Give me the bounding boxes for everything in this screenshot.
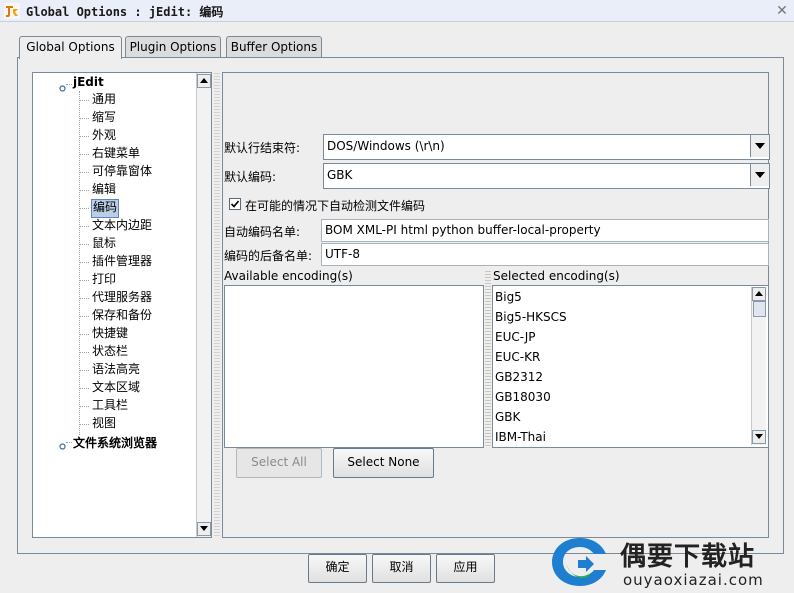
tree-connector: [80, 388, 89, 389]
apply-button[interactable]: 应用: [436, 554, 495, 583]
watermark-logo-icon: [548, 534, 612, 590]
tree-item[interactable]: 可停靠窗体: [91, 163, 153, 180]
tree-connector: [80, 334, 89, 335]
tree-connector: [80, 244, 89, 245]
list-item[interactable]: GBK: [495, 407, 520, 427]
list-item[interactable]: GB18030: [495, 387, 551, 407]
tree-expand-handle-icon[interactable]: [59, 439, 66, 450]
tree-connector: [80, 298, 89, 299]
ok-button[interactable]: 确定: [308, 554, 367, 583]
auto-encoding-names-field[interactable]: BOM XML-PI html python buffer-local-prop…: [321, 219, 769, 242]
tree-connector: [80, 280, 89, 281]
window-close-button[interactable]: ✕: [772, 1, 792, 21]
tree-connector: [80, 172, 89, 173]
tree-item[interactable]: 鼠标: [91, 235, 117, 252]
scroll-up-arrow-icon[interactable]: [197, 74, 211, 88]
list-item[interactable]: EUC-JP: [495, 327, 536, 347]
available-encodings-list[interactable]: [224, 285, 484, 448]
scroll-down-arrow-icon[interactable]: [752, 430, 766, 444]
tree-item[interactable]: 快捷键: [91, 325, 129, 342]
auto-encoding-names-label: 自动编码名单:: [224, 225, 301, 239]
tree-item[interactable]: 缩写: [91, 109, 117, 126]
tree-item[interactable]: 状态栏: [91, 343, 129, 360]
tree-item[interactable]: 工具栏: [91, 397, 129, 414]
tree-connector: [80, 190, 89, 191]
tree-item[interactable]: 插件管理器: [91, 253, 153, 270]
scroll-up-arrow-icon[interactable]: [752, 287, 766, 301]
tree-item[interactable]: 通用: [91, 91, 117, 108]
list-item[interactable]: Big5-HKSCS: [495, 307, 567, 327]
scroll-down-arrow-icon[interactable]: [197, 522, 211, 536]
tree-item[interactable]: 代理服务器: [91, 289, 153, 306]
fallback-encodings-field[interactable]: UTF-8: [321, 243, 769, 266]
split-pane-divider[interactable]: [214, 72, 220, 538]
tree-connector: [80, 370, 89, 371]
fallback-encodings-value: UTF-8: [325, 247, 360, 261]
tab-buffer-options[interactable]: Buffer Options: [226, 36, 322, 58]
tree-item[interactable]: 保存和备份: [91, 307, 153, 324]
tree-item[interactable]: 文本内边距: [91, 217, 153, 234]
tree-connector: [80, 424, 89, 425]
tab-plugin-options[interactable]: Plugin Options: [125, 36, 221, 58]
list-item[interactable]: GB2312: [495, 367, 543, 387]
chevron-down-icon[interactable]: [750, 164, 769, 186]
list-item[interactable]: EUC-KR: [495, 347, 540, 367]
tree-expand-handle-icon[interactable]: [59, 81, 66, 92]
scrollbar-thumb[interactable]: [753, 301, 766, 317]
list-item[interactable]: Big5: [495, 287, 522, 307]
window-title: Global Options : jEdit: 编码: [26, 5, 224, 19]
default-encoding-combo[interactable]: GBK: [323, 163, 770, 189]
watermark-site-name: 偶要下载站: [620, 542, 756, 572]
tree-item[interactable]: 视图: [91, 415, 117, 432]
tree-item[interactable]: 文本区域: [91, 379, 141, 396]
tree-connector: [80, 406, 89, 407]
select-all-button[interactable]: Select All: [236, 448, 322, 478]
tree-item[interactable]: 语法高亮: [91, 361, 141, 378]
tree-item[interactable]: 外观: [91, 127, 117, 144]
selected-encodings-list[interactable]: Big5 Big5-HKSCS EUC-JP EUC-KR GB2312 GB18030 G…: [492, 285, 769, 448]
tree-scrollbar[interactable]: [196, 73, 211, 537]
tree-connector: [80, 136, 89, 137]
tree-connector: [80, 226, 89, 227]
options-tree[interactable]: jEdit 通用 缩写 外观 右键菜单 可停靠窗体 编辑 编码 文本内边距 鼠标 插件管理器 打印代…: [32, 72, 212, 538]
tree-root-jedit[interactable]: jEdit: [73, 75, 104, 89]
list-item[interactable]: IBM-Thai: [495, 427, 546, 447]
tree-connector: [80, 262, 89, 263]
tree-connector: [80, 154, 89, 155]
auto-encoding-names-value: BOM XML-PI html python buffer-local-prop…: [325, 223, 601, 237]
selected-list-scrollbar[interactable]: [751, 287, 766, 445]
tree-item[interactable]: 编码: [91, 199, 120, 218]
chevron-down-icon[interactable]: [750, 135, 769, 157]
cancel-button[interactable]: 取消: [372, 554, 431, 583]
default-encoding-label: 默认编码:: [224, 170, 277, 184]
auto-detect-label[interactable]: 在可能的情况下自动检测文件编码: [245, 197, 425, 214]
line-separator-combo[interactable]: DOS/Windows (\r\n): [323, 134, 770, 160]
auto-detect-checkbox[interactable]: [229, 198, 241, 210]
line-separator-value: DOS/Windows (\r\n): [327, 139, 445, 153]
selected-encodings-label: Selected encoding(s): [493, 269, 620, 283]
tree-connector: [80, 316, 89, 317]
fallback-encodings-label: 编码的后备名单:: [224, 249, 313, 263]
select-none-button[interactable]: Select None: [333, 448, 434, 478]
tree-item[interactable]: 打印: [91, 271, 117, 288]
encoding-lists-divider[interactable]: [485, 270, 491, 448]
tree-connector: [80, 100, 89, 101]
tree-root-file-browser[interactable]: 文件系统浏览器: [73, 434, 157, 451]
jedit-app-icon: [4, 3, 20, 19]
default-encoding-value: GBK: [327, 168, 353, 182]
tab-global-options[interactable]: Global Options: [19, 36, 122, 59]
tree-connector: [80, 352, 89, 353]
tree-item[interactable]: 右键菜单: [91, 145, 141, 162]
available-encodings-label: Available encoding(s): [224, 269, 353, 283]
watermark-site-url: ouyaoxiazai.com: [623, 571, 764, 589]
tree-connector: [80, 118, 89, 119]
line-separator-label: 默认行结束符:: [224, 141, 301, 155]
tree-connector: [80, 208, 89, 209]
tree-item[interactable]: 编辑: [91, 181, 117, 198]
